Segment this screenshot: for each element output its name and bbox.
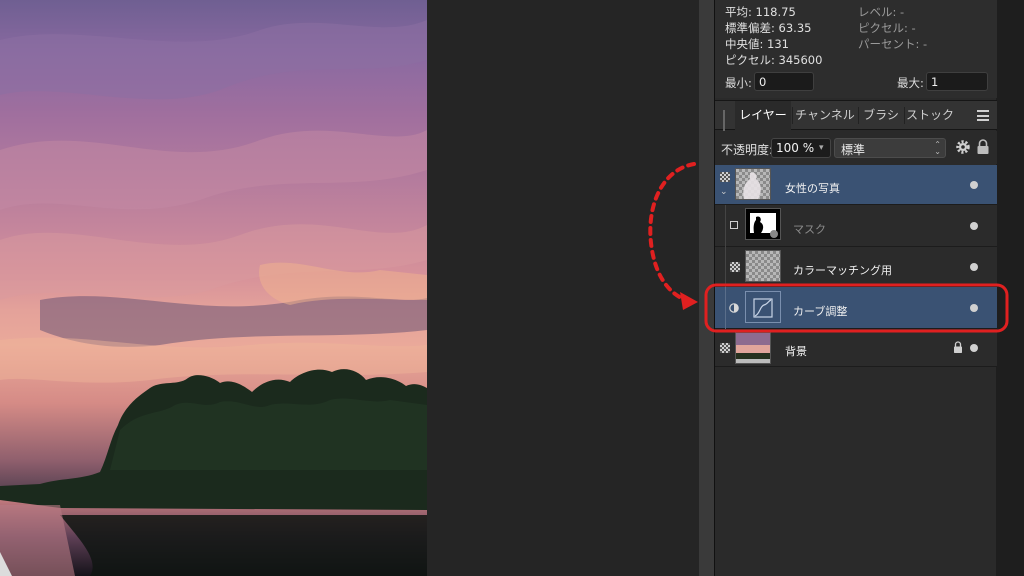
panel-grip-icon[interactable]	[723, 110, 729, 134]
median-stat: 中央値: 131	[725, 37, 789, 51]
tab-brushes[interactable]: ブラシ	[859, 101, 903, 130]
adjustment-type-icon	[729, 303, 739, 313]
percent-stat: パーセント: -	[858, 37, 928, 51]
std-dev-stat: 標準偏差: 63.35	[725, 21, 812, 35]
opacity-label: 不透明度:	[721, 143, 774, 157]
mask-thumbnail	[745, 208, 781, 240]
histogram-panel: 平均: 118.75 標準偏差: 63.35 中央値: 131 ピクセル: 34…	[715, 0, 997, 98]
layer-thumbnail	[745, 250, 781, 282]
sunset-landscape-image	[0, 20, 427, 576]
layer-thumbnail	[735, 168, 771, 200]
mean-stat: 平均: 118.75	[725, 5, 796, 19]
layer-row-curves[interactable]: カーブ調整	[715, 287, 997, 329]
pixels-right-stat: ピクセル: -	[858, 21, 916, 35]
canvas-workspace[interactable]	[427, 0, 699, 576]
right-panel-edge	[996, 0, 1024, 576]
visibility-dot[interactable]	[970, 181, 978, 189]
chevron-down-icon[interactable]: ⌄	[720, 187, 728, 197]
opacity-row: 不透明度: 100 % ▾ 標準 ⌃ ⌄	[715, 131, 997, 164]
layer-type-icon	[720, 343, 730, 353]
layer-name: マスク	[793, 223, 826, 236]
blend-mode-value: 標準	[841, 143, 866, 157]
panel-divider[interactable]	[699, 0, 714, 576]
layer-thumbnail	[735, 332, 771, 364]
layer-row-color-matching[interactable]: カラーマッチング用	[715, 247, 997, 287]
tab-layers[interactable]: レイヤー	[735, 101, 791, 130]
layers-panel: 平均: 118.75 標準偏差: 63.35 中央値: 131 ピクセル: 34…	[714, 0, 997, 576]
tab-channels[interactable]: チャンネル	[793, 101, 857, 130]
layer-name: カーブ調整	[793, 305, 848, 318]
layer-row-mask[interactable]: マスク	[715, 205, 997, 247]
lock-icon[interactable]	[953, 340, 963, 354]
level-stat: レベル: -	[858, 5, 905, 19]
min-label: 最小:	[725, 76, 752, 90]
visibility-dot[interactable]	[970, 344, 978, 352]
panel-tabs: レイヤー チャンネル ブラシ ストック	[715, 100, 997, 134]
layer-type-icon	[730, 262, 740, 272]
blend-mode-select[interactable]: 標準 ⌃ ⌄	[834, 138, 946, 158]
mask-type-icon	[730, 221, 738, 229]
layer-name: 女性の写真	[785, 182, 840, 195]
layer-name: カラーマッチング用	[793, 264, 892, 277]
layer-name: 背景	[785, 345, 807, 358]
visibility-dot[interactable]	[970, 263, 978, 271]
layer-type-icon	[720, 172, 730, 182]
chevron-down-icon[interactable]: ▾	[819, 138, 831, 158]
tab-stock[interactable]: ストック	[905, 101, 955, 130]
max-field[interactable]: 1	[926, 72, 988, 91]
layer-row-background[interactable]: 背景	[715, 329, 997, 367]
layer-row-woman-photo[interactable]: ⌄ 女性の写真	[715, 165, 997, 205]
lock-icon[interactable]	[976, 138, 990, 156]
curves-icon	[745, 291, 781, 323]
pixels-stat: ピクセル: 345600	[725, 53, 823, 67]
min-field[interactable]: 0	[754, 72, 814, 91]
gear-icon[interactable]	[954, 138, 972, 156]
canvas-photo[interactable]	[0, 0, 427, 576]
visibility-dot[interactable]	[970, 222, 978, 230]
visibility-dot[interactable]	[970, 304, 978, 312]
max-label: 最大:	[897, 76, 924, 90]
stepper-arrows-icon: ⌃ ⌄	[934, 140, 941, 156]
menu-icon[interactable]	[977, 110, 989, 121]
